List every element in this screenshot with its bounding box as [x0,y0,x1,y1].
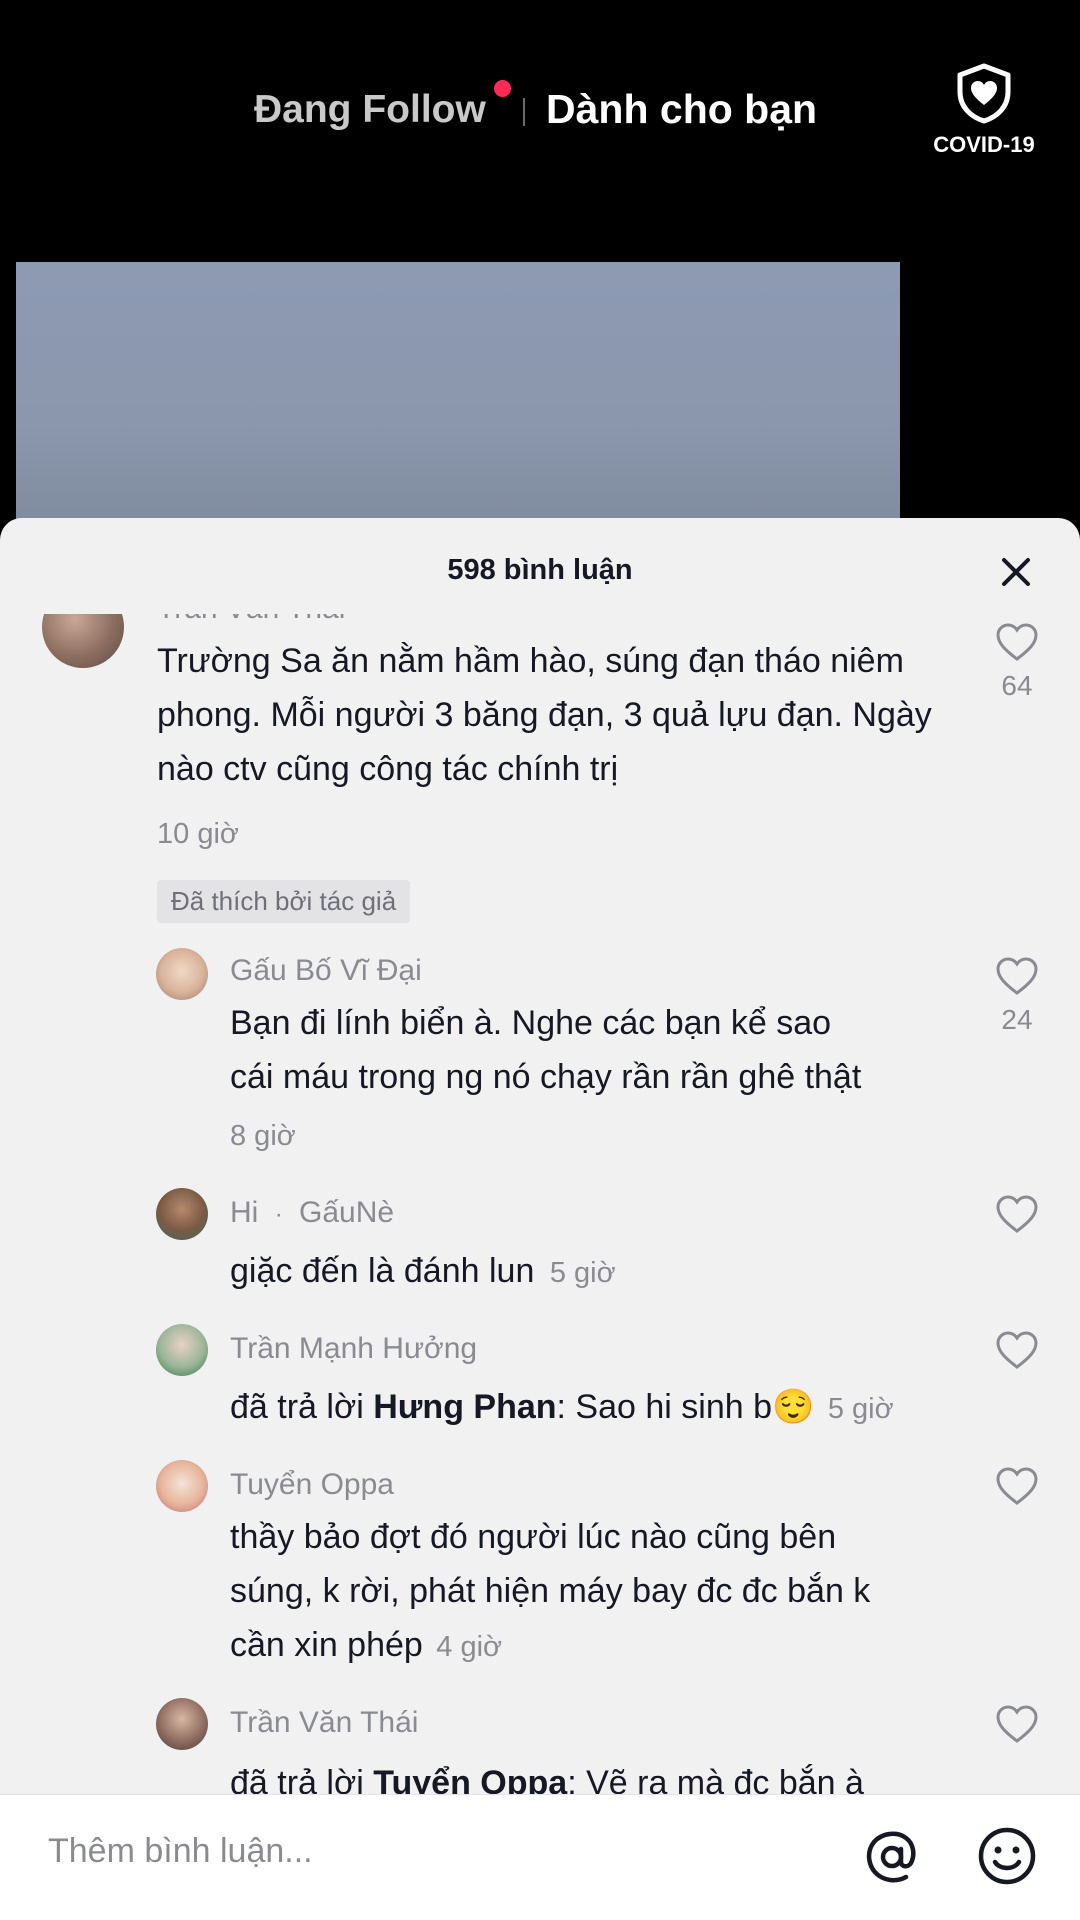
comment-body: : Vẽ ra mà đc bắn à [567,1764,864,1794]
tab-divider [523,98,525,126]
comment-body: cần xin phép [230,1626,423,1664]
comment-body: : Sao hi sinh b [556,1388,773,1426]
comment-username[interactable]: Tuyển Oppa [230,1468,394,1502]
at-icon[interactable] [862,1827,922,1887]
comment-username[interactable]: Trần Văn Thái [157,614,345,626]
avatar[interactable] [156,948,208,1000]
comment-text-line: thầy bảo đợt đó người lúc nào cũng bên [230,1518,837,1556]
reply-to-username[interactable]: Tuyển Oppa [373,1764,567,1794]
comment-time: 4 giờ [436,1631,503,1663]
top-navigation: Đang Follow Dành cho bạn COVID-19 [0,0,1080,200]
avatar[interactable] [156,1698,208,1750]
smile-icon[interactable] [976,1825,1038,1887]
comment-text: đã trả lời Tuyển Oppa: Vẽ ra mà đc bắn à [230,1756,864,1794]
comment-text: giặc đến là đánh lun 5 giờ [230,1244,616,1300]
username-part: GấuNè [299,1196,395,1229]
heart-icon[interactable] [995,1466,1039,1506]
heart-icon[interactable] [995,1330,1039,1370]
comment-text-line: cái máu trong ng nó chạy rần rần ghê thậ… [230,1058,862,1096]
reply-prefix: đã trả lời [230,1764,364,1794]
comment-time: 8 giờ [230,1120,296,1152]
covid-label: COVID-19 [933,132,1035,157]
comments-sheet: 598 bình luận Trần Văn Thái Trường Sa ăn… [0,518,1080,1920]
avatar[interactable] [156,1188,208,1240]
liked-by-creator-badge: Đã thích bởi tác giả [157,880,411,923]
comment-input[interactable] [46,1831,810,1872]
video-preview[interactable] [16,262,900,532]
covid-19-button[interactable]: COVID-19 [928,62,1040,158]
avatar[interactable] [42,614,124,668]
comment-time: 10 giờ [157,818,239,850]
comment-body: giặc đến là đánh lun [230,1252,535,1290]
heart-icon[interactable] [995,1194,1039,1234]
heart-icon[interactable] [995,622,1039,662]
comment-text-line: súng, k rời, phát hiện máy bay đc đc bắn… [230,1572,871,1610]
avatar[interactable] [156,1324,208,1376]
username-part: Hi [230,1196,259,1229]
comment-text: Trường Sa ăn nằm hầm hào, súng đạn tháo … [157,642,932,788]
tab-for-you[interactable]: Dành cho bạn [546,86,817,133]
comment-count-title: 598 bình luận [447,554,633,586]
like-count: 24 [1001,1004,1033,1035]
avatar[interactable] [156,1460,208,1512]
comment-time: 5 giờ [549,1257,616,1289]
heart-icon[interactable] [995,1704,1039,1744]
reply-prefix: đã trả lời [230,1388,364,1426]
comment-username[interactable]: Trần Mạnh Hưởng [230,1332,477,1366]
username-separator: · [274,1201,283,1228]
notification-dot [494,80,511,97]
comment-username[interactable]: Hi · GấuNè [230,1196,394,1230]
tab-following[interactable]: Đang Follow [254,88,486,132]
relieved-emoji: 😌 [772,1388,815,1426]
shield-heart-icon [957,63,1011,124]
heart-icon[interactable] [995,956,1039,996]
comment-list[interactable]: Trần Văn Thái Trường Sa ăn nằm hầm hào, … [0,614,1080,1794]
like-count: 64 [1001,670,1033,701]
comment-username[interactable]: Gấu Bố Vĩ Đại [230,954,422,988]
comment-text: đã trả lời Hưng Phan: Sao hi sinh b😌 5 g… [230,1380,894,1436]
comment-input-bar [0,1794,1080,1920]
comment-text-line: Bạn đi lính biển à. Nghe các bạn kể sao [230,1004,832,1042]
reply-to-username[interactable]: Hưng Phan [373,1388,556,1426]
close-icon[interactable] [996,552,1036,592]
comment-time: 5 giờ [827,1393,894,1425]
comment-username[interactable]: Trần Văn Thái [230,1706,418,1740]
comment-text: cần xin phép 4 giờ [230,1618,502,1674]
